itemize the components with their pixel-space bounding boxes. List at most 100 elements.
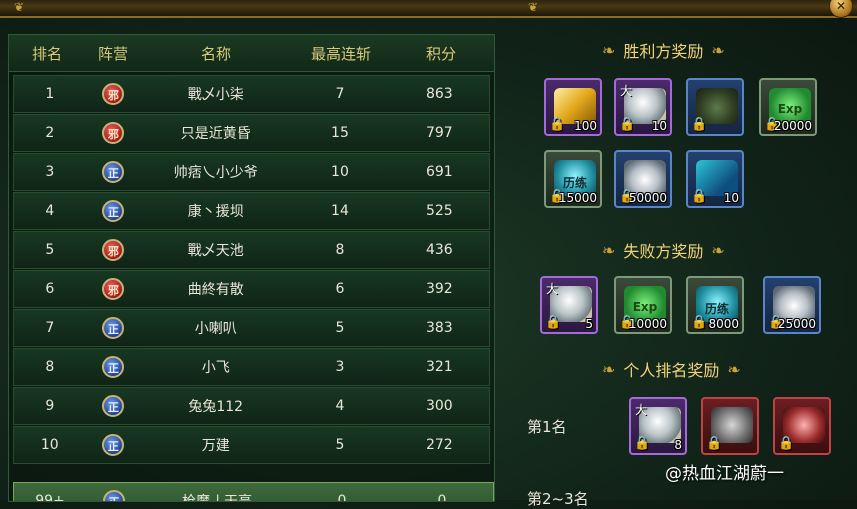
- ranking-panel: 排名 阵营 名称 最高连斩 积分 1 邪戰乄小柒 7 863 2 邪只是近黄昏 15 797 3…: [8, 34, 495, 502]
- ranking-row[interactable]: 7 正 小喇叭 5 383: [13, 309, 490, 347]
- camp-evil-icon: 邪: [102, 239, 125, 261]
- self-rank-row[interactable]: 99+ 正 枪魔丿天亮 0 0: [13, 482, 494, 502]
- reward-item-exp-orb[interactable]: Exp 🔒 20000: [759, 78, 817, 136]
- reward-item-sword-badge-red[interactable]: 🔒: [773, 397, 831, 455]
- reward-item-exp-orb[interactable]: Exp 🔒 10000: [614, 276, 672, 334]
- reward-item-silver-ingot[interactable]: 🔒 50000: [614, 150, 672, 208]
- lock-icon: 🔒: [778, 436, 795, 451]
- swirl-icon: ❧: [711, 40, 725, 60]
- swirl-icon: ❧: [602, 359, 616, 379]
- row-score: 392: [425, 281, 453, 297]
- row-name: 康丶援坝: [187, 204, 244, 220]
- row-rank: 4: [45, 203, 55, 219]
- ranking-row[interactable]: 1 邪 戰乄小柒 7 863: [13, 75, 490, 113]
- ranking-row[interactable]: 4 正 康丶援坝 14 525: [13, 192, 490, 230]
- header-rank: 排名: [31, 44, 62, 63]
- ranking-row[interactable]: 6 邪 曲終有散 6 392: [13, 270, 490, 308]
- row-name: 曲終有散: [187, 282, 244, 298]
- item-quantity: 8000: [708, 317, 739, 331]
- swirl-icon: ❧: [711, 240, 725, 260]
- reward-item-gold-ingot[interactable]: 🔒 100: [544, 78, 602, 136]
- first-place-label: 第1名: [527, 418, 567, 436]
- row-score: 383: [425, 320, 453, 336]
- ranking-row[interactable]: 3 正 帅痞乀小少爷 10 691: [13, 153, 490, 191]
- row-streak: 8: [335, 242, 345, 258]
- lock-icon: 🔒: [545, 315, 562, 330]
- self-name: 枪魔丿天亮: [182, 494, 252, 502]
- ornament-icon: ❦: [527, 0, 539, 14]
- item-grade: 大: [546, 282, 559, 296]
- row-streak: 6: [335, 281, 345, 297]
- row-rank: 2: [45, 125, 55, 141]
- row-score: 272: [425, 437, 453, 453]
- item-quantity: 20000: [773, 119, 812, 133]
- item-quantity: 100: [574, 119, 597, 133]
- item-quantity: 10: [723, 191, 739, 205]
- reward-item-pearl-on-cloth[interactable]: 大 🔒 8: [629, 397, 687, 455]
- row-rank: 9: [45, 398, 55, 414]
- reward-item-silver-ingot[interactable]: 🔒 25000: [763, 276, 821, 334]
- row-streak: 14: [331, 203, 349, 219]
- top-border: ❦ ❦: [0, 0, 857, 18]
- camp-evil-icon: 邪: [102, 278, 125, 300]
- ranking-row[interactable]: 10 正 万建 5 272: [13, 426, 490, 464]
- row-name: 兔兔112: [188, 399, 244, 415]
- row-name: 小飞: [201, 360, 230, 376]
- ranking-row[interactable]: 9 正 兔兔112 4 300: [13, 387, 490, 425]
- ranking-row[interactable]: 5 邪 戰乄天池 8 436: [13, 231, 490, 269]
- row-rank: 5: [45, 242, 55, 258]
- row-streak: 4: [335, 398, 345, 414]
- reward-item-training-orb[interactable]: 历练 🔒 8000: [686, 276, 744, 334]
- item-label: Exp: [777, 102, 803, 116]
- row-name: 小喇叭: [194, 321, 237, 337]
- win-rewards-title: ❧ 胜利方奖励 ❧: [602, 40, 725, 62]
- row-rank: 10: [40, 437, 59, 453]
- lock-icon: 🔒: [691, 117, 708, 132]
- row-rank: 7: [45, 320, 55, 336]
- camp-evil-icon: 邪: [102, 122, 125, 144]
- row-streak: 3: [335, 359, 345, 375]
- item-quantity: 10: [651, 119, 667, 133]
- row-streak: 5: [335, 320, 345, 336]
- reward-item-pearl-on-cloth[interactable]: 大 🔒 5: [540, 276, 598, 334]
- row-score: 863: [425, 86, 453, 102]
- reward-item-jar[interactable]: 🔒: [686, 78, 744, 136]
- ranking-header: 排名 阵营 名称 最高连斩 积分: [9, 35, 494, 72]
- lock-icon: 🔒: [706, 436, 723, 451]
- item-label: Exp: [632, 300, 658, 314]
- lock-icon: 🔒: [634, 436, 651, 451]
- item-grade: 大: [635, 403, 648, 417]
- camp-righteous-icon: 正: [102, 200, 125, 222]
- item-quantity: 50000: [628, 191, 667, 205]
- item-quantity: 15000: [558, 191, 597, 205]
- row-rank: 8: [45, 359, 55, 375]
- lock-icon: 🔒: [619, 117, 636, 132]
- ornament-icon: ❦: [13, 0, 25, 14]
- lock-icon: 🔒: [691, 189, 708, 204]
- swirl-icon: ❧: [727, 359, 741, 379]
- row-streak: 5: [335, 437, 345, 453]
- reward-item-pearl-on-cloth[interactable]: 大 🔒 10: [614, 78, 672, 136]
- ranking-row[interactable]: 8 正 小飞 3 321: [13, 348, 490, 386]
- header-score: 积分: [425, 44, 456, 63]
- item-quantity: 25000: [777, 317, 816, 331]
- camp-righteous-icon: 正: [102, 395, 125, 417]
- row-score: 321: [425, 359, 453, 375]
- ranking-row[interactable]: 2 邪 只是近黄昏 15 797: [13, 114, 490, 152]
- lose-rewards-title: ❧ 失败方奖励 ❧: [602, 240, 725, 262]
- item-grade: 大: [620, 84, 633, 98]
- camp-righteous-icon: 正: [103, 490, 125, 501]
- item-quantity: 8: [674, 438, 682, 452]
- camp-righteous-icon: 正: [102, 161, 125, 183]
- camp-righteous-icon: 正: [102, 434, 125, 456]
- row-score: 436: [425, 242, 453, 258]
- row-score: 300: [425, 398, 453, 414]
- reward-item-scroll[interactable]: 🔒 10: [686, 150, 744, 208]
- reward-item-sword-badge[interactable]: 🔒: [701, 397, 759, 455]
- row-streak: 10: [331, 164, 349, 180]
- reward-item-training-orb[interactable]: 历练 🔒 15000: [544, 150, 602, 208]
- watermark: @热血江湖蔚一: [665, 464, 784, 484]
- ranking-list: 1 邪戰乄小柒 7 863 2 邪只是近黄昏 15 797 3 正帅痞乀小少爷 10 691 4 正康丶援…: [9, 72, 494, 464]
- row-rank: 6: [45, 281, 55, 297]
- row-name: 只是近黄昏: [180, 126, 251, 142]
